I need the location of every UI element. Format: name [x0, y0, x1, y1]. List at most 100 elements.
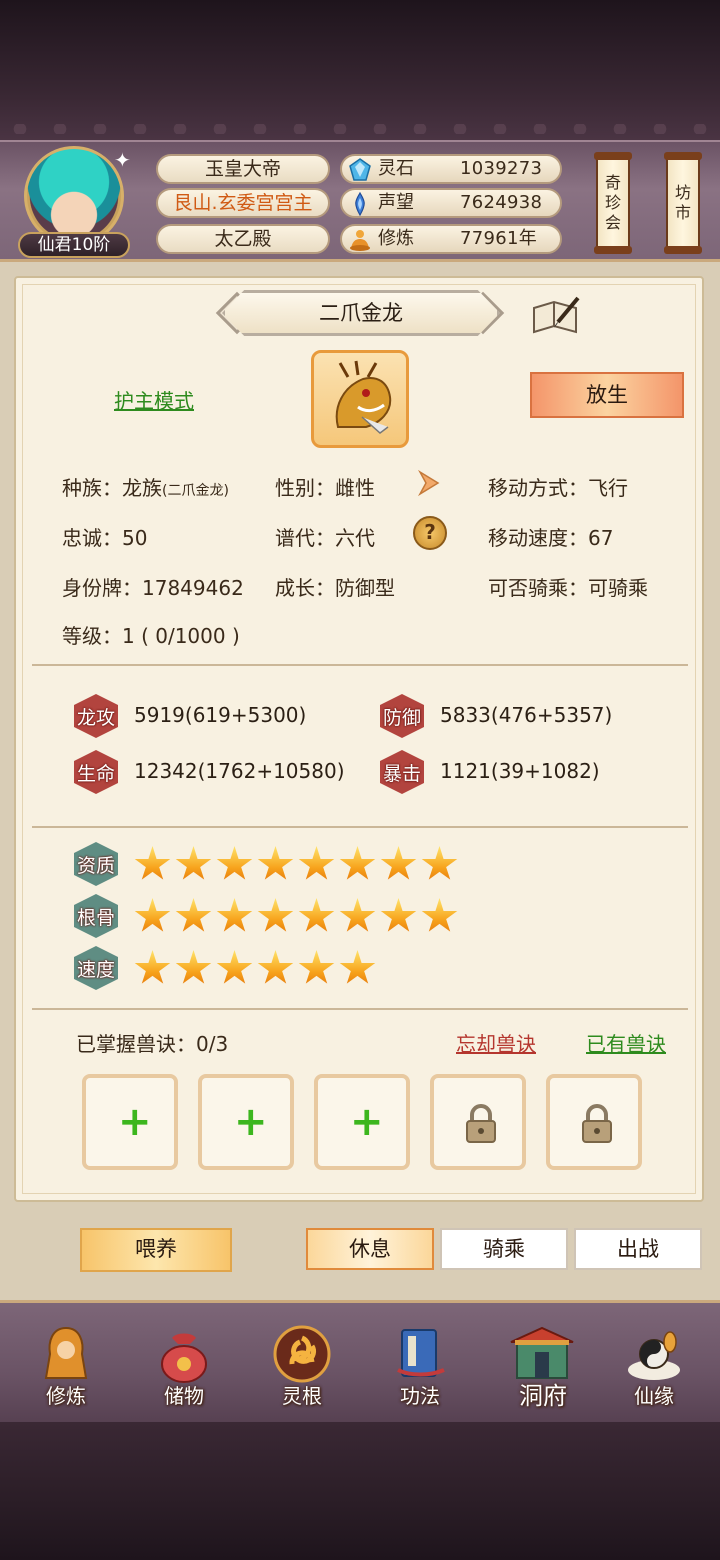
pet-portrait[interactable] [311, 350, 409, 448]
section-divider [32, 1008, 688, 1010]
rank-badge: 仙君10阶 [18, 232, 130, 258]
nav-cave-mansion[interactable]: 洞府 [488, 1320, 598, 1414]
market-char: 市 [674, 203, 691, 222]
golden-dragon-icon [335, 360, 392, 434]
resource-value: 77961年 [460, 228, 538, 249]
nav-label: 功法 [400, 1384, 440, 1408]
race-subtype: (二爪金龙) [162, 483, 229, 499]
treasure-fair-char: 珍 [604, 193, 621, 212]
star-icon [380, 846, 417, 883]
resource-cultivation: 修炼 77961年 [340, 224, 562, 254]
resource-reputation: 声望 7624938 [340, 188, 562, 218]
nav-technique[interactable]: 功法 [372, 1320, 468, 1414]
star-icon [339, 898, 376, 935]
battle-button[interactable]: 出战 [574, 1228, 702, 1270]
star-icon [257, 950, 294, 987]
resource-label: 灵石 [378, 158, 414, 179]
rating-stars-speed [134, 950, 376, 987]
star-icon [216, 898, 253, 935]
gender-info: 性别：雌性 [275, 476, 375, 500]
treasure-fair-char: 会 [604, 213, 621, 232]
nav-label: 仙缘 [634, 1384, 674, 1408]
nav-spirit-root[interactable]: 灵根 [254, 1320, 350, 1414]
star-icon [175, 898, 212, 935]
rename-book-icon[interactable] [530, 294, 582, 336]
avatar-portrait [24, 146, 124, 246]
resource-spirit-stone: 灵石 1039273 [340, 154, 562, 184]
cultivate-icon [44, 1326, 88, 1379]
race-info: 种族：龙族(二爪金龙) [62, 472, 229, 501]
lock-icon [466, 1104, 496, 1143]
title-pill-emperor[interactable]: 玉皇大帝 [156, 154, 330, 184]
player-header: ✦ 仙君10阶 玉皇大帝 艮山.玄委宫宫主 太乙殿 灵石 1039273 声望 … [0, 140, 720, 262]
forget-skill-link[interactable]: 忘却兽诀 [456, 1028, 536, 1057]
resource-label: 声望 [378, 192, 414, 213]
star-icon [134, 846, 171, 883]
spirit-root-icon [273, 1325, 331, 1383]
skill-slot-locked[interactable] [430, 1074, 526, 1170]
id-tag-info: 身份牌：17849462 [62, 576, 244, 600]
star-icon [175, 846, 212, 883]
player-avatar[interactable]: ✦ 仙君10阶 [18, 146, 131, 258]
skill-slot-add[interactable]: + [314, 1074, 410, 1170]
rating-badge-bone: 根骨 [74, 894, 118, 938]
stat-value-crit: 1121(39+1082) [440, 759, 600, 783]
title-pill-palace-master[interactable]: 艮山.玄委宫宫主 [156, 188, 330, 218]
nav-label: 修炼 [46, 1384, 86, 1408]
spirit-stone-icon [349, 158, 371, 181]
rating-badge-speed: 速度 [74, 946, 118, 990]
release-button[interactable]: 放生 [530, 372, 684, 418]
top-backdrop [0, 0, 720, 140]
reputation-icon [355, 192, 365, 216]
stat-value-attack: 5919(619+5300) [134, 703, 307, 727]
plus-icon: + [234, 1099, 268, 1145]
star-icon [298, 846, 335, 883]
move-type-info: 移动方式：飞行 [488, 476, 628, 500]
title-pill-hall[interactable]: 太乙殿 [156, 224, 330, 254]
resource-label: 修炼 [378, 228, 414, 249]
stat-badge-crit: 暴击 [380, 750, 424, 794]
stat-badge-life: 生命 [74, 750, 118, 794]
guard-mode-link[interactable]: 护主模式 [114, 385, 194, 414]
stat-badge-defense: 防御 [380, 694, 424, 738]
market-button[interactable]: 坊 市 [664, 152, 702, 254]
sparkle-icon: ✦ [114, 148, 131, 172]
star-icon [421, 898, 458, 935]
star-icon [339, 846, 376, 883]
star-icon [421, 846, 458, 883]
star-icon [298, 898, 335, 935]
nav-storage[interactable]: 储物 [136, 1320, 232, 1414]
level-info: 等级：1 ( 0/1000 ) [62, 624, 240, 648]
cave-mansion-icon [510, 1326, 574, 1379]
ride-button[interactable]: 骑乘 [440, 1228, 568, 1270]
star-icon [257, 898, 294, 935]
star-icon [216, 950, 253, 987]
lock-icon [582, 1104, 612, 1143]
rest-button[interactable]: 休息 [306, 1228, 434, 1270]
skill-slot-add[interactable]: + [198, 1074, 294, 1170]
rideable-info: 可否骑乘：可骑乘 [488, 576, 648, 600]
pet-name-banner: 二爪金龙 [222, 290, 500, 336]
skill-slot-locked[interactable] [546, 1074, 642, 1170]
skill-slot-add[interactable]: + [82, 1074, 178, 1170]
gender-switch-arrow-icon[interactable] [412, 466, 446, 500]
nav-immortal-fate[interactable]: 仙缘 [606, 1320, 702, 1414]
market-char: 坊 [674, 183, 691, 202]
section-divider [32, 664, 688, 666]
move-speed-info: 移动速度：67 [488, 526, 614, 550]
star-icon [134, 898, 171, 935]
owned-skills-link[interactable]: 已有兽诀 [586, 1028, 666, 1057]
race-label: 种族：龙族 [62, 476, 162, 500]
resource-value: 1039273 [460, 158, 543, 179]
star-icon [380, 898, 417, 935]
nav-label: 储物 [164, 1384, 204, 1408]
loyalty-info: 忠诚：50 [62, 526, 148, 550]
nav-cultivate[interactable]: 修炼 [18, 1320, 114, 1414]
star-icon [175, 950, 212, 987]
treasure-fair-button[interactable]: 奇 珍 会 [594, 152, 632, 254]
plus-icon: + [350, 1099, 384, 1145]
rating-stars-aptitude [134, 846, 458, 883]
generation-info: 谱代：六代 [275, 526, 375, 550]
feed-button[interactable]: 喂养 [80, 1228, 232, 1272]
generation-help-icon[interactable]: ? [413, 516, 447, 550]
